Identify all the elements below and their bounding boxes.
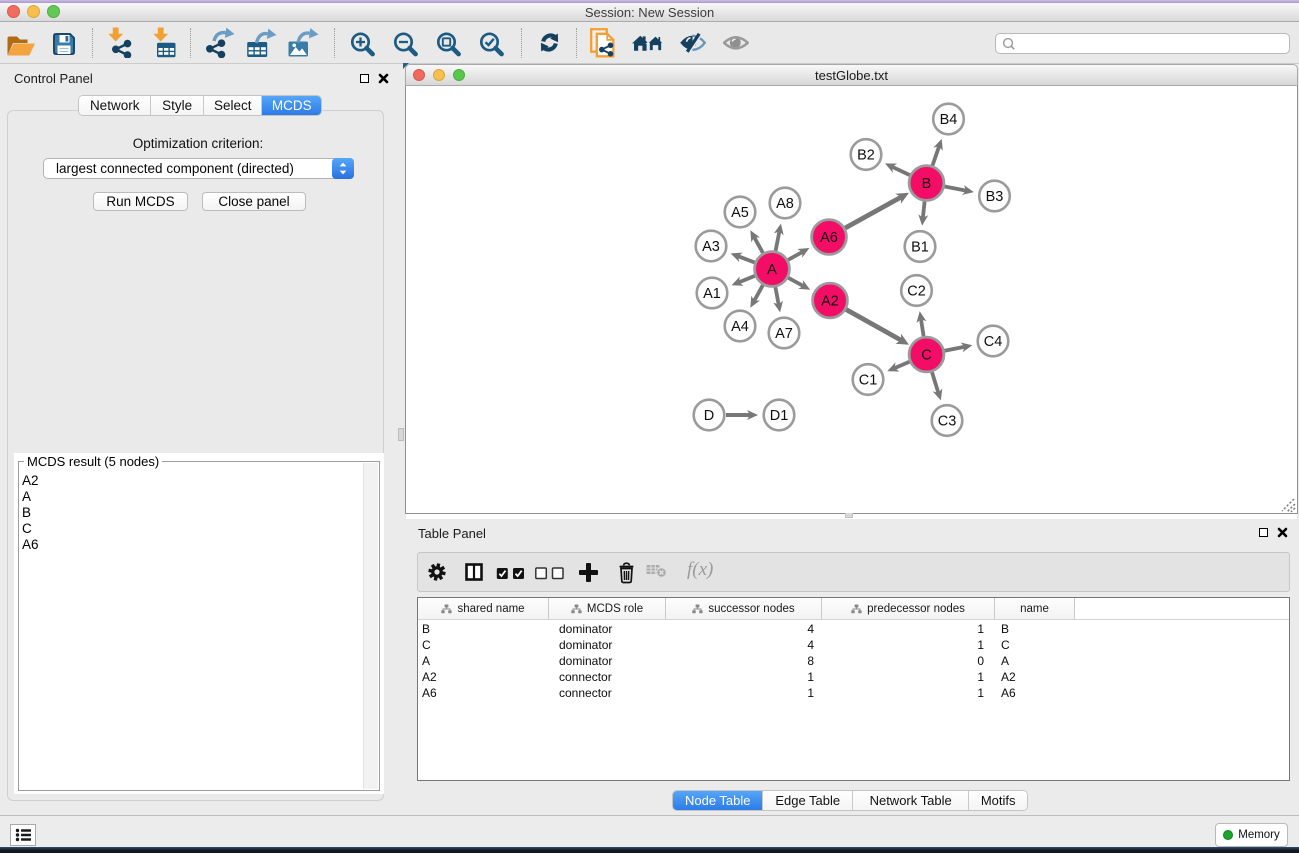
svg-text:D1: D1 (770, 408, 789, 424)
svg-text:B4: B4 (940, 112, 958, 128)
svg-text:A4: A4 (731, 319, 749, 335)
svg-text:C2: C2 (907, 283, 926, 299)
svg-text:C4: C4 (984, 334, 1003, 350)
svg-text:B3: B3 (986, 189, 1004, 205)
svg-text:A3: A3 (702, 239, 720, 255)
svg-text:D: D (704, 408, 714, 424)
svg-text:B2: B2 (857, 147, 875, 163)
svg-text:B1: B1 (911, 239, 929, 255)
svg-text:A8: A8 (776, 196, 794, 212)
svg-text:A5: A5 (731, 205, 749, 221)
svg-text:A: A (767, 262, 777, 278)
svg-text:C: C (921, 347, 931, 363)
svg-text:C3: C3 (938, 413, 957, 429)
svg-text:B: B (922, 176, 932, 192)
svg-text:A7: A7 (775, 326, 793, 342)
svg-text:A1: A1 (703, 286, 721, 302)
svg-text:A2: A2 (821, 293, 839, 309)
svg-text:A6: A6 (820, 230, 838, 246)
svg-text:C1: C1 (859, 372, 878, 388)
